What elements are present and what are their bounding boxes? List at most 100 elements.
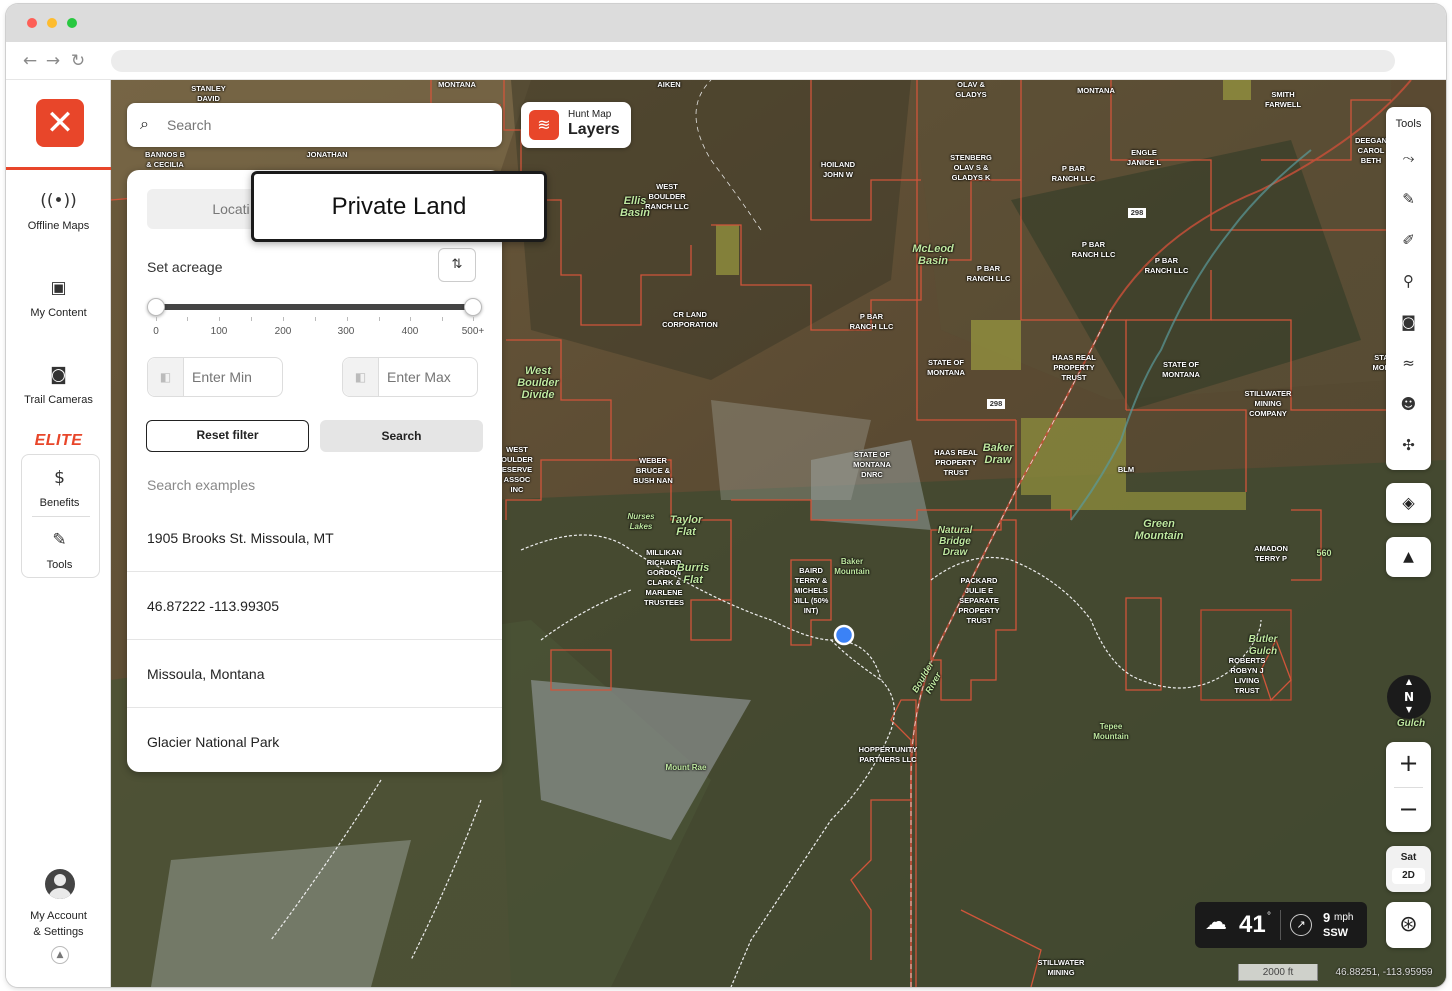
path-draw-icon[interactable]: ⤳ xyxy=(1386,149,1431,167)
map-parcel-label: PACKARD JULIE E SEPARATE PROPERTY TRUST xyxy=(958,576,1000,625)
sidebar-item-trail-cameras[interactable]: ◙ Trail Cameras xyxy=(6,362,111,406)
reset-filter-button[interactable]: Reset filter xyxy=(146,420,309,452)
people-icon[interactable]: ☻ xyxy=(1386,395,1431,413)
wind-direction-icon: ↗ xyxy=(1290,914,1312,936)
sidebar-item-my-content[interactable]: ▣ My Content xyxy=(6,275,111,319)
url-bar[interactable] xyxy=(111,50,1395,72)
back-arrow-icon[interactable]: ← xyxy=(20,51,40,71)
search-example-item[interactable]: Glacier National Park xyxy=(127,708,502,772)
map-scale-bar: 2000 ft xyxy=(1238,964,1318,981)
pencil-line-icon[interactable]: ✎ xyxy=(1386,190,1431,208)
pencil-shape-icon[interactable]: ✐ xyxy=(1386,231,1431,249)
search-example-item[interactable]: 46.87222 -113.99305 xyxy=(127,572,502,640)
reload-icon[interactable]: ↻ xyxy=(68,51,88,71)
locate-me-button[interactable]: ⊛ xyxy=(1386,902,1431,948)
search-icon: ⌕ xyxy=(140,114,149,133)
slider-tick-label: 300 xyxy=(337,326,355,337)
acreage-icon: ◧ xyxy=(148,358,184,396)
map-parcel-label: HOPPERTUNITY PARTNERS LLC xyxy=(858,745,918,764)
satellite-icon[interactable]: ✣ xyxy=(1386,436,1431,454)
filter-settings-button[interactable]: ⇅ xyxy=(438,248,476,282)
map-parcel-label: OLAV & GLADYS xyxy=(955,80,987,99)
map-parcel-label: STATE OF MONTANA xyxy=(927,358,965,377)
account-settings-link[interactable]: My Account & Settings xyxy=(6,908,111,940)
cursor-coordinates: 46.88251, -113.95959 xyxy=(1335,967,1433,978)
onx-logo-icon[interactable]: ✕ xyxy=(36,99,84,147)
slider-tick xyxy=(315,317,316,321)
view-mode-2d-button[interactable]: 2D xyxy=(1392,868,1425,884)
degree-symbol: ° xyxy=(1267,911,1271,922)
zoom-in-button[interactable]: + xyxy=(1386,748,1431,778)
zoom-out-button[interactable]: − xyxy=(1386,794,1431,824)
title-bar xyxy=(6,4,1446,42)
slider-tick xyxy=(347,317,348,321)
tools-toolbar: Tools ⤳ ✎ ✐ ⚲ ◙ ≈ ☻ ✣ xyxy=(1386,107,1431,470)
sidebar-item-label: Trail Cameras xyxy=(24,394,93,406)
map-parcel-label: AIKEN xyxy=(657,80,681,89)
minimize-window-dot[interactable] xyxy=(47,18,57,28)
sidebar-item-benefits[interactable]: $ Benefits xyxy=(7,465,112,509)
map-pin-icon[interactable]: ⚲ xyxy=(1386,272,1431,290)
app-sidebar: ✕ ((•)) Offline Maps ▣ My Content ◙ Trai… xyxy=(6,80,111,987)
search-button[interactable]: Search xyxy=(320,420,483,452)
wind-icon[interactable]: ≈ xyxy=(1386,354,1431,372)
layers-button[interactable]: ≋ Hunt Map Layers xyxy=(521,102,631,148)
map-place-label: Tepee Mountain xyxy=(1093,722,1129,741)
forward-arrow-icon[interactable]: → xyxy=(43,51,63,71)
map-parcel-label: P BAR RANCH LLC xyxy=(1144,256,1189,275)
weather-widget[interactable]: ☁ 41 ° ↗ 9 mph SSW xyxy=(1195,902,1367,948)
road-shield: 298 xyxy=(987,399,1005,409)
map-place-label: Taylor Flat xyxy=(669,514,703,538)
slider-tick-label: 400 xyxy=(401,326,419,337)
map-place-label: Natural Bridge Draw xyxy=(937,525,973,558)
zoom-controls: + − xyxy=(1386,742,1431,832)
road-shield: 298 xyxy=(1128,208,1146,218)
sidebar-item-offline-maps[interactable]: ((•)) Offline Maps xyxy=(6,188,111,232)
eye-slash-icon: ◈ xyxy=(1402,493,1415,512)
search-example-item[interactable]: Missoula, Montana xyxy=(127,640,502,708)
sidebar-item-tools[interactable]: ✎ Tools xyxy=(7,527,112,571)
broadcast-icon: ((•)) xyxy=(40,191,77,211)
trail-camera-icon[interactable]: ◙ xyxy=(1386,313,1431,331)
divider xyxy=(1394,787,1423,788)
min-acreage-input[interactable] xyxy=(192,367,278,387)
slider-tick xyxy=(187,317,188,321)
map-parcel-label: P BAR RANCH LLC xyxy=(849,312,894,331)
basemap-label: Sat xyxy=(1400,852,1417,863)
map-parcel-label: HAAS REAL PROPERTY TRUST xyxy=(1052,353,1096,382)
search-input[interactable] xyxy=(167,113,487,137)
acreage-icon: ◧ xyxy=(343,358,379,396)
tools-title: Tools xyxy=(1395,118,1422,130)
hide-layers-button[interactable]: ◈ xyxy=(1386,483,1431,523)
map-place-label: Mount Rae xyxy=(665,763,707,772)
trail-camera-icon: ◙ xyxy=(50,365,67,385)
wind-unit: mph xyxy=(1334,912,1354,923)
map-place-label: Baker Draw xyxy=(982,442,1014,466)
compass-arrow-icon: ▲ xyxy=(1405,677,1413,686)
map-place-label: McLeod Basin xyxy=(912,243,954,267)
maximize-window-dot[interactable] xyxy=(67,18,77,28)
search-example-item[interactable]: 1905 Brooks St. Missoula, MT xyxy=(127,504,502,572)
max-acreage-input[interactable] xyxy=(387,367,473,387)
acreage-slider-max-handle[interactable] xyxy=(464,298,482,316)
layers-button-title: Layers xyxy=(568,121,620,138)
search-examples-heading: Search examples xyxy=(147,477,256,493)
browser-nav-bar: ← → ↻ xyxy=(6,42,1446,80)
acreage-slider-track[interactable] xyxy=(156,304,473,310)
slider-tick xyxy=(442,317,443,321)
layers-icon: ≋ xyxy=(529,110,559,140)
terrain-button[interactable]: ▲ xyxy=(1386,537,1431,577)
avatar[interactable] xyxy=(45,869,75,899)
chevron-up-icon[interactable]: ▲ xyxy=(51,946,69,964)
acreage-slider-min-handle[interactable] xyxy=(147,298,165,316)
compass-button[interactable]: ▲ N ▼ xyxy=(1387,675,1431,719)
tab-private-land[interactable]: Private Land xyxy=(251,171,547,242)
elite-badge: ELITE xyxy=(34,432,83,449)
basemap-toggle[interactable]: Sat 2D xyxy=(1386,846,1431,892)
map-place-label: Nurses Lakes xyxy=(627,512,655,531)
map-parcel-label: P BAR RANCH LLC xyxy=(1051,164,1096,183)
map-parcel-label: P BAR RANCH LLC xyxy=(1071,240,1116,259)
mountain-icon: ▲ xyxy=(1403,549,1414,565)
close-window-dot[interactable] xyxy=(27,18,37,28)
sidebar-item-label: Offline Maps xyxy=(27,220,90,232)
